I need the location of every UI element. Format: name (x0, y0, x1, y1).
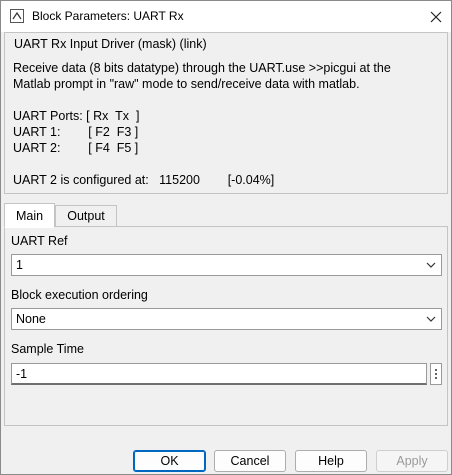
uart1-line: UART 1: [ F2 F3 ] (13, 125, 139, 139)
simulink-block-icon (10, 9, 24, 23)
description-group: UART Rx Input Driver (mask) (link) Recei… (4, 32, 448, 194)
uart2-line: UART 2: [ F4 F5 ] (13, 141, 139, 155)
tab-output[interactable]: Output (55, 205, 117, 227)
title-bar[interactable]: Block Parameters: UART Rx (1, 1, 451, 32)
exec-order-label: Block execution ordering (11, 288, 148, 302)
sample-time-input[interactable]: -1 (11, 363, 427, 385)
description-line: Receive data (8 bits datatype) through t… (13, 61, 391, 75)
exec-order-dropdown[interactable]: None (11, 308, 442, 330)
more-vertical-icon-dot (435, 373, 437, 375)
chevron-down-icon (426, 316, 436, 322)
tab-main[interactable]: Main (4, 203, 55, 228)
exec-order-value: None (16, 312, 46, 326)
description-line: Matlab prompt in "raw" mode to send/rece… (13, 77, 360, 91)
sample-time-value: -1 (16, 366, 28, 381)
uart-ports-line: UART Ports: [ Rx Tx ] (13, 109, 140, 123)
mask-title: UART Rx Input Driver (mask) (link) (14, 37, 207, 51)
more-vertical-icon (435, 369, 437, 371)
baud-config-line: UART 2 is configured at: 115200 [-0.04%] (13, 173, 275, 187)
sample-time-label: Sample Time (11, 342, 84, 356)
sample-time-more-button[interactable] (430, 363, 442, 385)
main-tab-panel: UART Ref 1 Block execution ordering None… (4, 226, 448, 426)
ok-button[interactable]: OK (133, 450, 206, 472)
uart-ref-dropdown[interactable]: 1 (11, 254, 442, 276)
chevron-down-icon (426, 262, 436, 268)
uart-ref-value: 1 (16, 258, 23, 272)
window-title: Block Parameters: UART Rx (32, 9, 184, 23)
apply-button[interactable]: Apply (376, 450, 448, 472)
dialog-window: Block Parameters: UART Rx UART Rx Input … (0, 0, 452, 475)
cancel-button[interactable]: Cancel (214, 450, 286, 472)
uart-ref-label: UART Ref (11, 234, 68, 248)
close-icon (430, 11, 442, 22)
more-vertical-icon-dot (435, 377, 437, 379)
help-button[interactable]: Help (295, 450, 367, 472)
close-button[interactable] (421, 1, 451, 32)
